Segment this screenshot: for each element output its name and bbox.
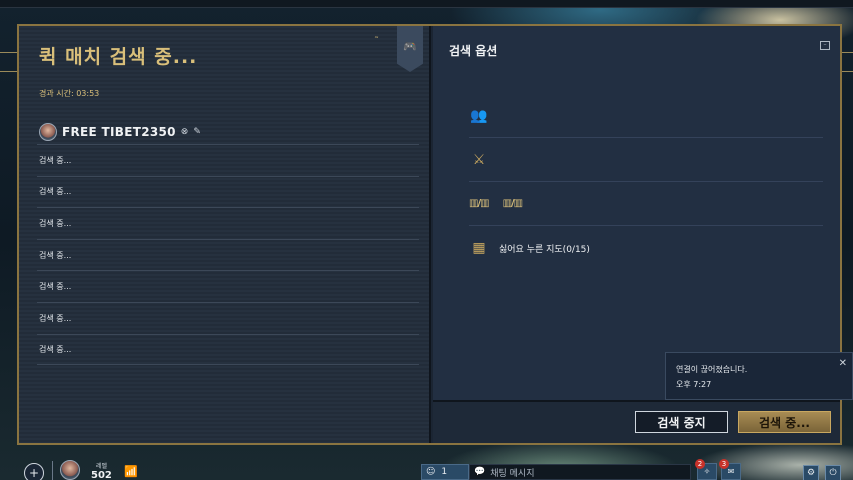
tick-mark: ˜: [374, 36, 379, 47]
level-value: 502: [91, 470, 112, 480]
notification-button-2[interactable]: 3 ✉: [719, 459, 741, 480]
option-civilization[interactable]: ⚔: [469, 138, 823, 182]
team-ratio-a: ▥/▥: [469, 198, 490, 209]
toast-message: 연결이 끊어졌습니다.: [676, 365, 748, 374]
bottom-bar: + 레벨 502 📶 ☺ 1 💬 채팅 메시지 2 ✧ 3 ✉ ⚙ ⏻: [0, 455, 853, 480]
gamepad-icon: 🎮: [403, 40, 417, 53]
toast-time: 오후 7:27: [676, 380, 712, 389]
player-name: FREE TIBET2350: [62, 125, 176, 139]
option-game-mode[interactable]: 👥: [469, 94, 823, 138]
link-icon: ✎: [193, 127, 201, 137]
add-button[interactable]: +: [24, 463, 44, 480]
top-bar: [0, 0, 853, 8]
avatar[interactable]: [60, 460, 80, 480]
level-label: 레벨: [96, 463, 108, 470]
map-icon: ▦: [472, 240, 486, 256]
slot-label: 검색 중...: [39, 155, 72, 165]
close-icon[interactable]: ✕: [839, 358, 847, 369]
player-row[interactable]: FREE TIBET2350 ⊗ ✎: [39, 121, 201, 143]
mail-icon: ✉: [727, 467, 735, 476]
player-avatar: [39, 123, 57, 141]
side-strip-right: [841, 52, 853, 72]
xbox-icon: ⊗: [180, 127, 189, 137]
friends-button[interactable]: ☺ 1: [421, 464, 469, 480]
player-slot: 검색 중...: [37, 238, 419, 271]
slot-label: 검색 중...: [39, 313, 72, 323]
slot-label: 검색 중...: [39, 187, 72, 197]
player-slot: 검색 중...: [37, 333, 419, 366]
action-bar: 검색 중지 검색 중...: [433, 402, 840, 443]
side-strip-left: [0, 52, 18, 72]
disliked-maps-label: 싫어요 누른 지도(0/15): [499, 244, 590, 255]
wifi-icon: 📶: [124, 465, 138, 478]
option-disliked-maps[interactable]: ▦ 싫어요 누른 지도(0/15): [469, 226, 823, 270]
friends-count: 1: [441, 467, 448, 477]
lobby-panel: 퀵 매치 검색 중... ˜ 🎮 경과 시간: 03:53 FREE TIBET…: [19, 26, 431, 443]
stop-search-button[interactable]: 검색 중지: [635, 411, 728, 433]
slot-label: 검색 중...: [39, 282, 72, 292]
search-options-panel: 검색 옵션 – 👥 ⚔ ▥/▥ ▥/▥ ▦ 싫어요 누른 지도(0/15): [433, 26, 840, 402]
player-slot: 검색 중...: [37, 144, 419, 176]
slot-label: 검색 중...: [39, 344, 72, 354]
player-slot: 검색 중...: [37, 301, 419, 334]
search-options-title: 검색 옵션: [449, 44, 498, 58]
chat-placeholder: 채팅 메시지: [490, 468, 535, 479]
player-slot: 검색 중...: [37, 270, 419, 302]
slot-label: 검색 중...: [39, 250, 72, 260]
player-slot: 검색 중...: [37, 175, 419, 208]
team-ratio-b: ▥/▥: [502, 198, 524, 209]
power-icon[interactable]: ⏻: [825, 465, 841, 480]
elapsed-time: 경과 시간: 03:53: [39, 89, 100, 98]
chat-icon: 💬: [474, 467, 486, 477]
settings-icon[interactable]: ⚙: [803, 465, 819, 480]
page-title: 퀵 매치 검색 중...: [39, 46, 198, 68]
player-slot: 검색 중...: [37, 207, 419, 239]
divider: [52, 461, 53, 480]
minimize-icon[interactable]: –: [820, 41, 830, 50]
chat-input[interactable]: 💬 채팅 메시지: [469, 464, 691, 480]
searching-button[interactable]: 검색 중...: [738, 411, 831, 433]
crossed-swords-icon: ⚔: [472, 151, 486, 168]
option-team-size[interactable]: ▥/▥ ▥/▥: [469, 182, 823, 226]
gamepad-bookmark[interactable]: 🎮: [397, 26, 423, 72]
notification-badge: 2: [695, 459, 705, 469]
notification-badge: 3: [719, 459, 729, 469]
player-slots: 검색 중... 검색 중... 검색 중... 검색 중... 검색 중... …: [37, 144, 419, 366]
trophy-icon: ✧: [703, 467, 711, 476]
notification-button-1[interactable]: 2 ✧: [695, 459, 717, 480]
slot-label: 검색 중...: [39, 218, 72, 228]
friends-icon: ☺: [426, 467, 436, 477]
disconnect-toast: 연결이 끊어졌습니다. 오후 7:27 ✕: [665, 352, 853, 400]
players-group-icon: 👥: [470, 107, 488, 124]
